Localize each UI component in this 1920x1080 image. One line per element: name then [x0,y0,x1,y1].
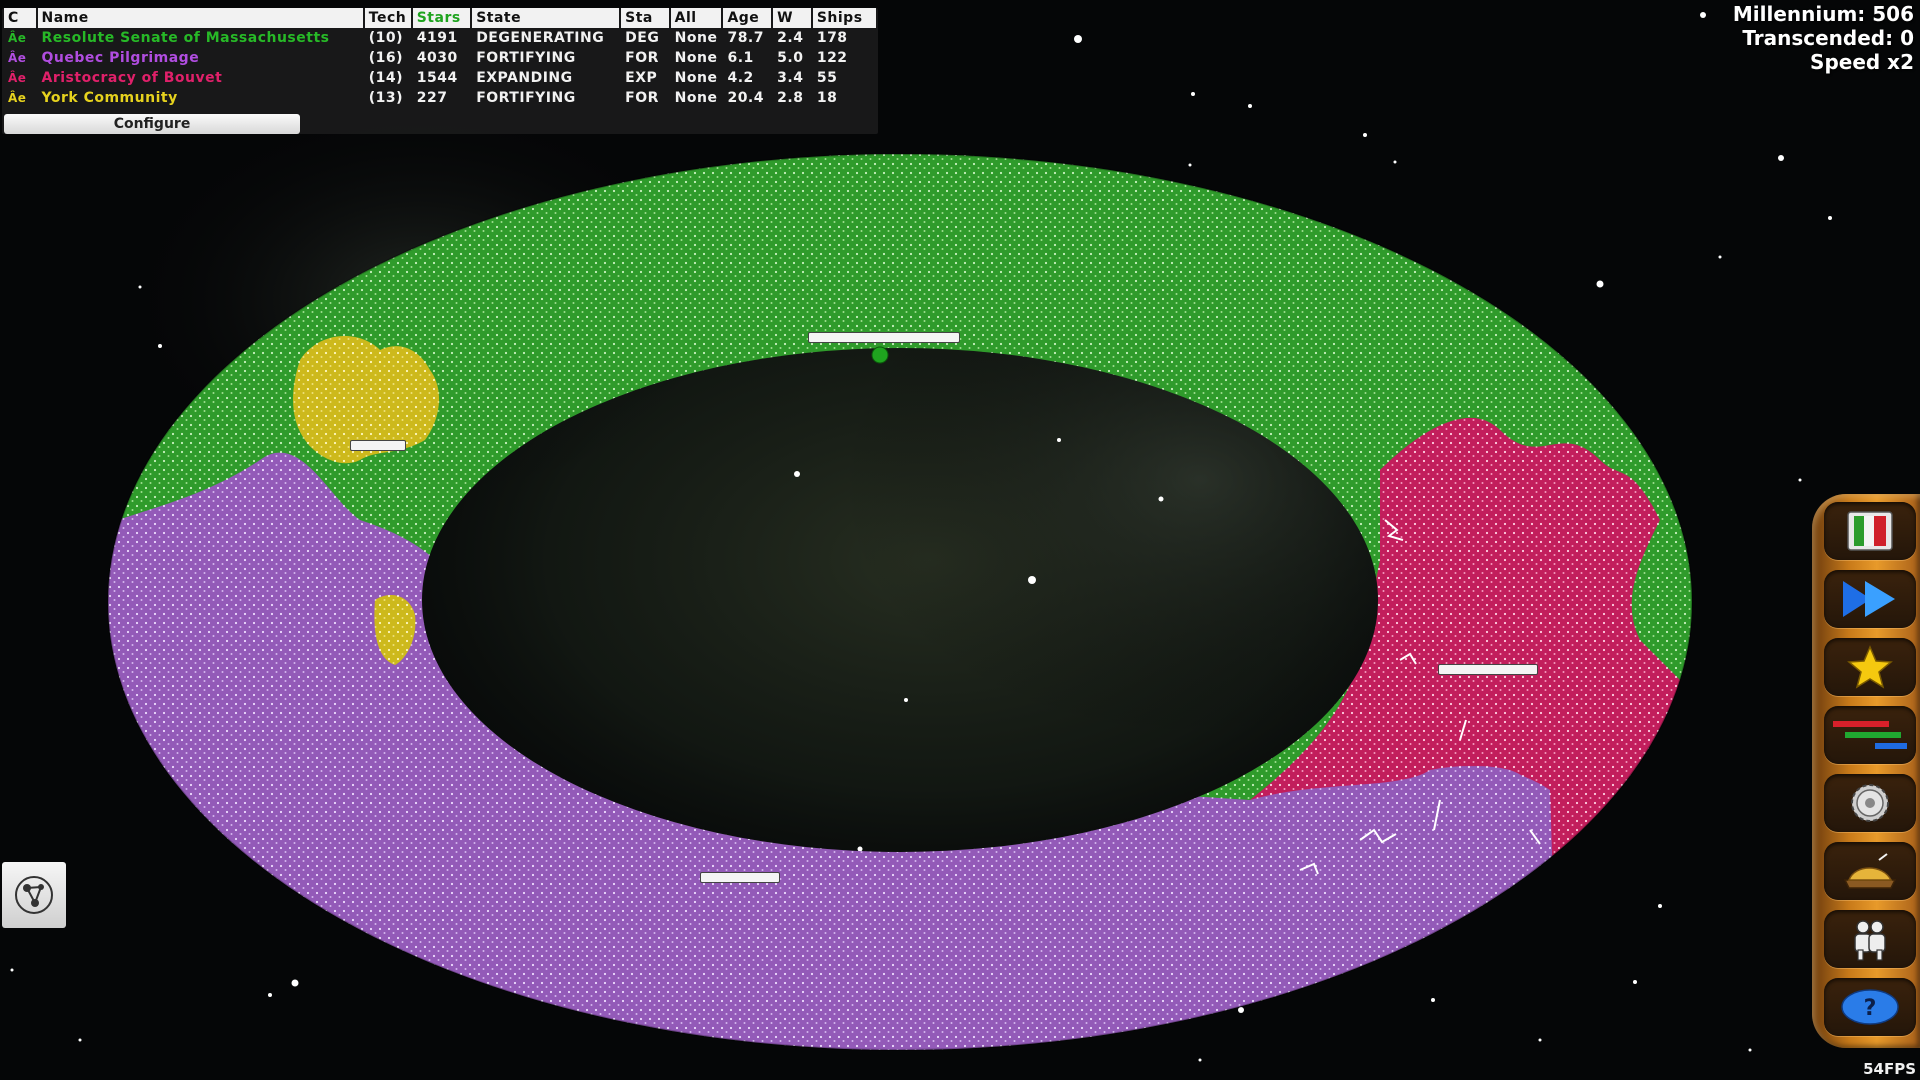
empire-stars: 227 [416,90,448,106]
empire-age: 20.4 [727,90,764,106]
empire-stars: 1544 [416,70,458,86]
column-header-state[interactable]: State [472,8,620,28]
empire-icon: Âe [8,51,27,65]
empire-age: 78.7 [727,30,764,46]
empire-sta: DEG [625,30,660,46]
star-icon [1847,645,1893,689]
empire-stars: 4191 [416,30,458,46]
empire-w: 2.8 [777,90,804,106]
flag-icon [1847,511,1893,551]
treasure-button[interactable] [1824,842,1916,900]
empire-ships: 18 [816,90,838,106]
column-header-ships[interactable]: Ships [812,8,876,28]
empire-icon: Âe [8,91,27,105]
empire-w: 5.0 [777,50,804,66]
empire-tech: (10) [368,30,404,46]
favorites-button[interactable] [1824,638,1916,696]
table-row[interactable]: Âe Aristocracy of Bouvet (14) 1544 EXPANDING… [4,68,876,88]
empire-table: C Name Tech Stars State Sta All Age W Sh… [2,8,878,134]
empire-alliance: None [674,50,718,66]
fps-counter: 54FPS [1863,1060,1916,1078]
empire-name: Quebec Pilgrimage [41,50,200,66]
help-button[interactable]: ? [1824,978,1916,1036]
empire-tech: (14) [368,70,404,86]
game-viewport[interactable]: C Name Tech Stars State Sta All Age W Sh… [0,0,1920,1080]
svg-text:?: ? [1864,996,1877,1021]
empire-state: DEGENERATING [476,30,605,46]
map-label-york [350,440,406,451]
millennium-counter: Millennium: 506 [1732,2,1914,26]
empire-state: EXPANDING [476,70,573,86]
empire-icon: Âe [8,31,27,45]
column-header-sta[interactable]: Sta [621,8,669,28]
empire-tech: (13) [368,90,404,106]
empire-state: FORTIFYING [476,90,576,106]
empire-name: York Community [41,90,178,106]
empire-sta: FOR [625,50,659,66]
empire-age: 6.1 [727,50,754,66]
empire-alliance: None [674,90,718,106]
empire-sta: FOR [625,90,659,106]
empire-name: Aristocracy of Bouvet [41,70,223,86]
transcended-counter: Transcended: 0 [1742,26,1914,50]
right-toolbar: ? [1812,494,1920,1048]
column-header-stars[interactable]: Stars [412,8,471,28]
empire-name: Resolute Senate of Massachusetts [41,30,330,46]
empire-icon: Âe [8,71,27,85]
table-row[interactable]: Âe Quebec Pilgrimage (16) 4030 FORTIFYING FOR… [4,48,876,68]
map-label-bouvet [1438,664,1538,675]
empire-stars: 4030 [416,50,458,66]
column-header-c[interactable]: C [4,8,36,28]
empire-ships: 178 [816,30,848,46]
fast-forward-button[interactable] [1824,570,1916,628]
galaxy-ring [0,0,1920,1080]
statistics-button[interactable] [1824,706,1916,764]
column-header-name[interactable]: Name [37,8,363,28]
network-button[interactable] [2,862,66,928]
capital-marker [871,346,889,364]
people-button[interactable] [1824,910,1916,968]
column-header-age[interactable]: Age [723,8,772,28]
empire-sta: EXP [625,70,658,86]
fast-forward-icon [1843,581,1895,617]
empire-ships: 122 [816,50,848,66]
empire-alliance: None [674,70,718,86]
column-header-w[interactable]: W [773,8,811,28]
speed-indicator: Speed x2 [1810,50,1914,74]
column-header-all[interactable]: All [670,8,722,28]
game-stats: Millennium: 506 Transcended: 0 Speed x2 [1733,2,1914,74]
table-row[interactable]: Âe Resolute Senate of Massachusetts (10) 41… [4,28,876,48]
empire-ships: 55 [816,70,838,86]
table-row[interactable]: Âe York Community (13) 227 FORTIFYING FOR None… [4,88,876,108]
people-icon [1854,920,1886,961]
help-icon: ? [1841,989,1899,1025]
empire-alliance: None [674,30,718,46]
column-header-tech[interactable]: Tech [364,8,411,28]
flag-button[interactable] [1824,502,1916,560]
map-label-capital [808,332,960,343]
galaxy-map[interactable] [0,0,1920,1080]
treasure-icon [1843,853,1897,889]
table-header-row: C Name Tech Stars State Sta All Age W Sh… [4,8,876,28]
configure-button[interactable]: Configure [4,114,300,134]
gear-icon [1851,784,1889,822]
empire-w: 2.4 [777,30,804,46]
settings-button[interactable] [1824,774,1916,832]
map-label-quebec [700,872,780,883]
bars-icon [1833,721,1907,749]
empire-w: 3.4 [777,70,804,86]
network-icon [15,876,53,914]
empire-state: FORTIFYING [476,50,576,66]
empire-age: 4.2 [727,70,754,86]
empire-tech: (16) [368,50,404,66]
